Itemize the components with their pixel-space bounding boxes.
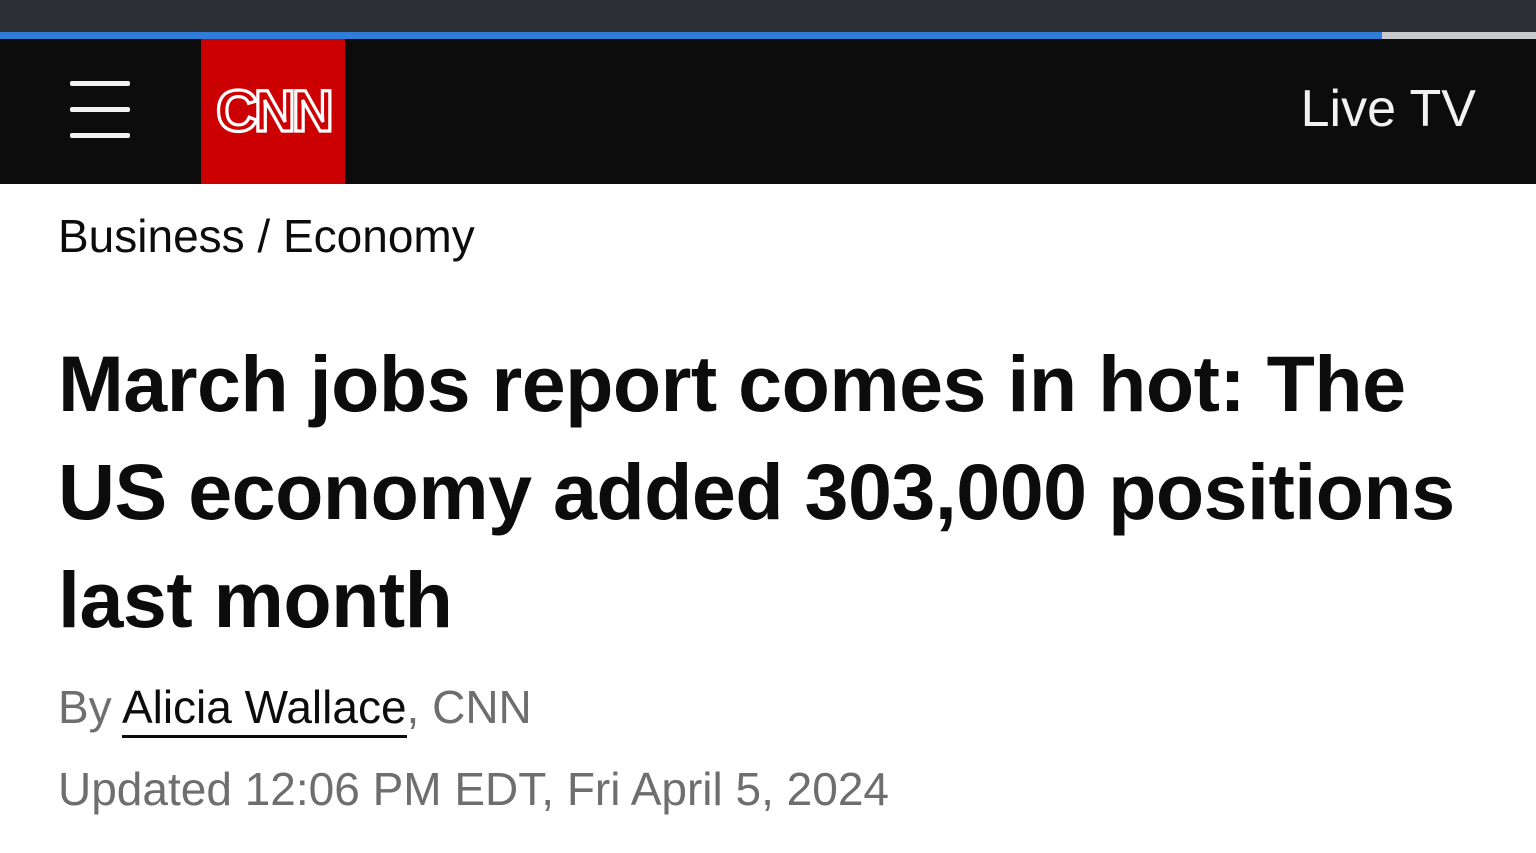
byline-prefix: By (58, 681, 122, 733)
breadcrumb-economy[interactable]: Economy (283, 210, 475, 262)
page-load-progress-bar (0, 32, 1536, 39)
cnn-logo[interactable]: CNN (201, 39, 345, 184)
article-byline: By Alicia Wallace, CNN (58, 678, 532, 738)
breadcrumb-business[interactable]: Business (58, 210, 245, 262)
live-tv-link[interactable]: Live TV (1301, 79, 1476, 139)
page-load-progress-fill (0, 32, 1383, 39)
cnn-logo-mark: CNN (215, 81, 332, 143)
breadcrumb-separator: / (244, 210, 283, 262)
browser-top-bar (0, 0, 1536, 32)
article-timestamp: Updated 12:06 PM EDT, Fri April 5, 2024 (58, 763, 889, 815)
menu-button[interactable] (60, 73, 140, 145)
author-link[interactable]: Alicia Wallace (121, 681, 407, 738)
article-headline: March jobs report comes in hot: The US e… (58, 339, 1455, 644)
byline-source: , CNN (406, 681, 532, 733)
svg-text:CNN: CNN (216, 81, 330, 143)
breadcrumb: Business / Economy (58, 208, 475, 264)
site-header: CNN Live TV (0, 39, 1536, 184)
